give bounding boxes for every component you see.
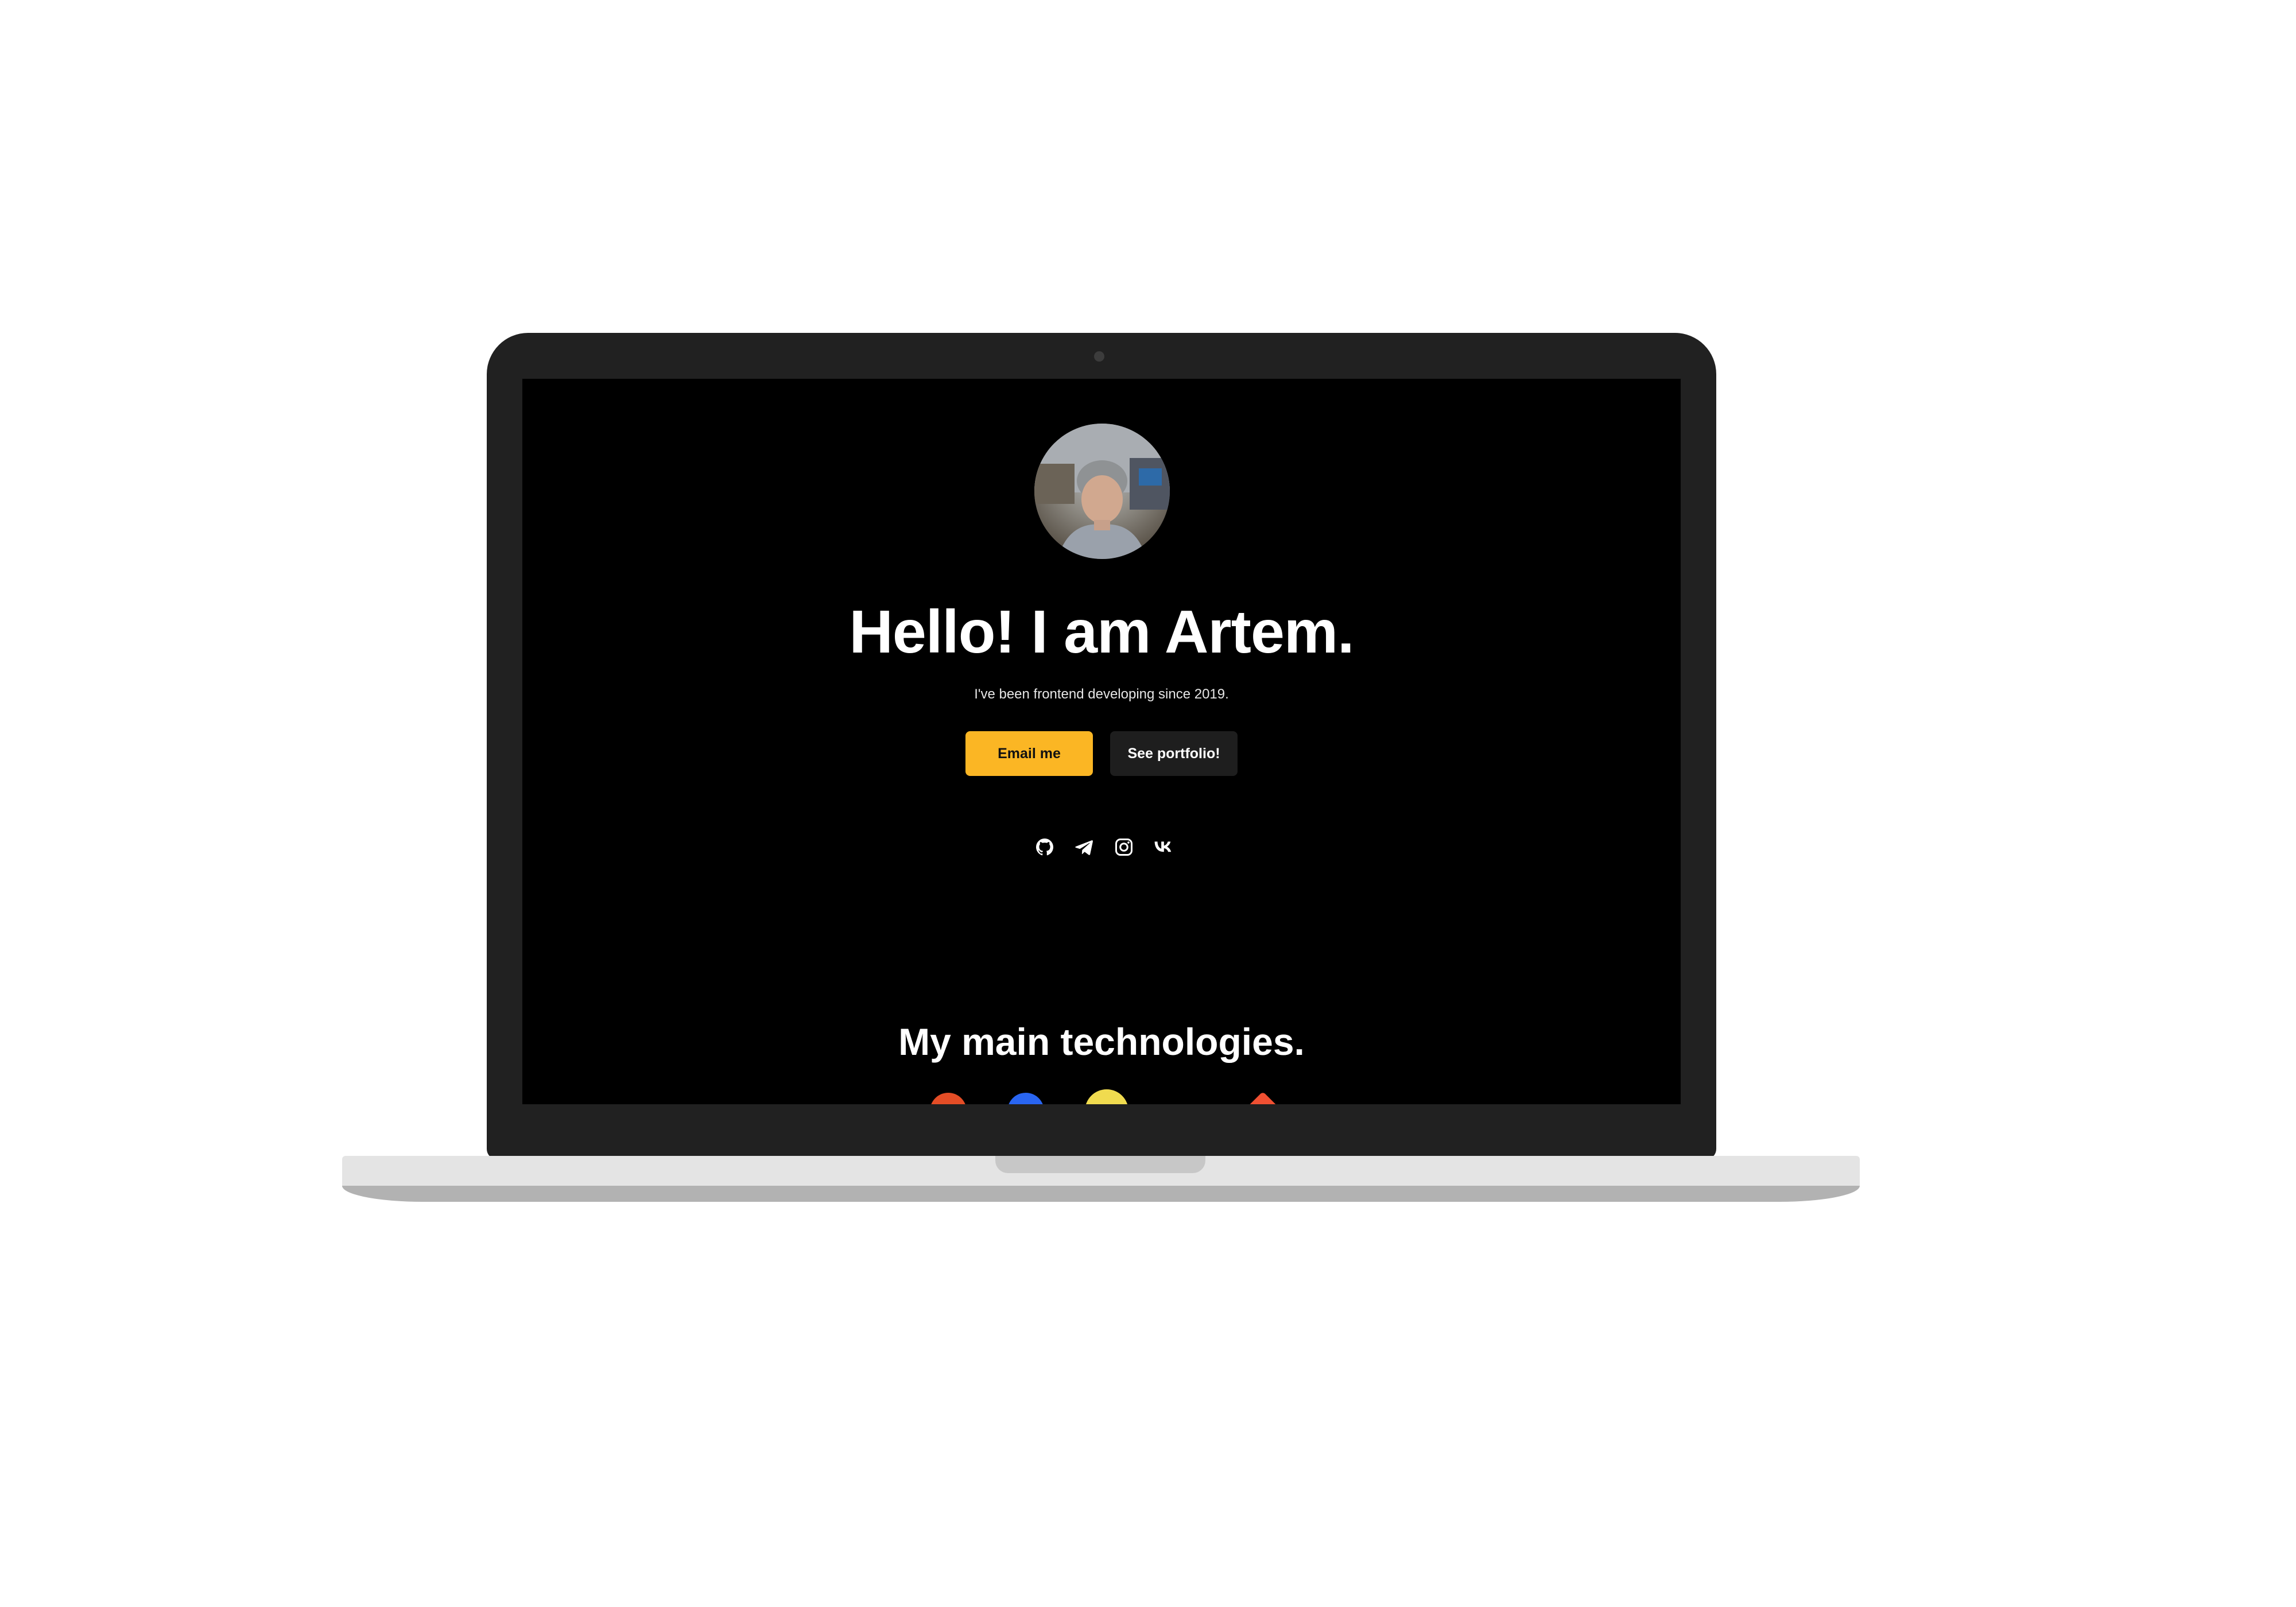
social-links xyxy=(1030,837,1173,860)
javascript-icon xyxy=(1085,1089,1128,1104)
instagram-icon[interactable] xyxy=(1114,837,1134,857)
hero-title: Hello! I am Artem. xyxy=(849,598,1354,666)
telegram-icon[interactable] xyxy=(1074,837,1095,857)
website-screen: Hello! I am Artem. I've been frontend de… xyxy=(522,379,1681,1104)
git-icon xyxy=(1246,1091,1279,1104)
technologies-title: My main technologies. xyxy=(898,1020,1305,1063)
css3-icon xyxy=(1007,1093,1044,1104)
camera-icon xyxy=(1094,351,1104,362)
hero-subtitle: I've been frontend developing since 2019… xyxy=(974,686,1229,702)
see-portfolio-button[interactable]: See portfolio! xyxy=(1110,731,1238,776)
laptop-base-bottom xyxy=(342,1186,1860,1202)
laptop-mockup: Hello! I am Artem. I've been frontend de… xyxy=(0,0,2296,1607)
html5-icon xyxy=(930,1093,967,1104)
laptop-notch xyxy=(995,1156,1205,1173)
email-me-button[interactable]: Email me xyxy=(965,731,1093,776)
avatar xyxy=(1034,424,1170,559)
vk-icon[interactable] xyxy=(1153,837,1173,857)
github-icon[interactable] xyxy=(1034,837,1055,857)
